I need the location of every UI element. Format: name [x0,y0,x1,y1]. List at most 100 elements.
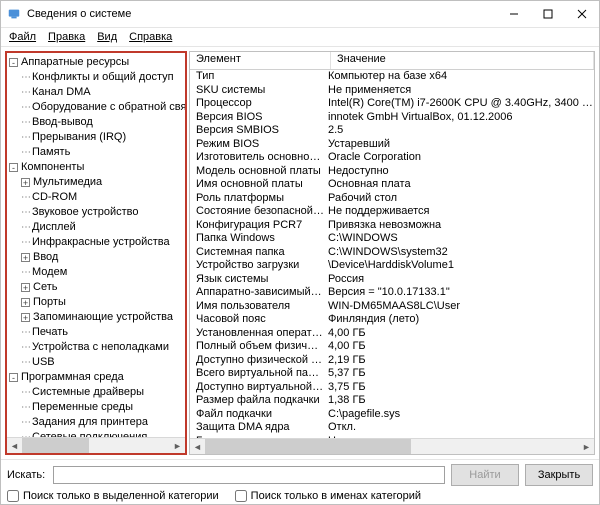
column-value[interactable]: Значение [331,52,594,69]
table-row[interactable]: Состояние безопасной загруз…Не поддержив… [190,205,594,219]
table-row[interactable]: Версия SMBIOS2.5 [190,124,594,138]
search-row: Искать: Найти Закрыть [7,464,593,486]
tree-multimedia[interactable]: +Мультимедиа [9,175,185,190]
category-tree[interactable]: -Аппаратные ресурсы⋯Конфликты и общий до… [7,53,185,437]
tree-comp-item[interactable]: ⋯Звуковое устройство [9,205,185,220]
close-search-button[interactable]: Закрыть [525,464,593,486]
grid-body[interactable]: ТипКомпьютер на базе x64SKU системыНе пр… [190,70,594,438]
table-row[interactable]: Роль платформыРабочий стол [190,192,594,206]
table-row[interactable]: SKU системыНе применяется [190,84,594,98]
tree-hscrollbar[interactable]: ◄ ► [7,437,185,453]
tree-comp-item[interactable]: ⋯Устройства с неполадками [9,340,185,355]
tree-comp-item[interactable]: ⋯Печать [9,325,185,340]
cell-name: Версия BIOS [190,111,324,125]
tree-label: Прерывания (IRQ) [32,130,126,145]
menu-help[interactable]: Справка [123,31,178,43]
grid-header[interactable]: Элемент Значение [190,52,594,70]
scroll-right-icon[interactable]: ► [579,439,594,454]
table-row[interactable]: Часовой поясФинляндия (лето) [190,313,594,327]
table-row[interactable]: Версия BIOSinnotek GmbH VirtualBox, 01.1… [190,111,594,125]
table-row[interactable]: Установленная оперативная п…4,00 ГБ [190,327,594,341]
table-row[interactable]: Устройство загрузки\Device\HarddiskVolum… [190,259,594,273]
table-row[interactable]: Полный объем физической па…4,00 ГБ [190,340,594,354]
expand-icon[interactable]: - [9,373,18,382]
table-row[interactable]: Доступно физической памяти2,19 ГБ [190,354,594,368]
tree-sw-item[interactable]: ⋯Переменные среды [9,400,185,415]
check-selected-category[interactable]: Поиск только в выделенной категории [7,490,219,502]
expand-icon[interactable]: - [9,163,18,172]
expand-icon[interactable]: + [21,313,30,322]
menu-view[interactable]: Вид [91,31,123,43]
tree-label: Ввод [33,250,58,265]
tree-hw-item[interactable]: ⋯Прерывания (IRQ) [9,130,185,145]
table-row[interactable]: Защита DMA ядраОткл. [190,421,594,435]
grid-hscrollbar[interactable]: ◄ ► [190,438,594,454]
table-row[interactable]: ПроцессорIntel(R) Core(TM) i7-2600K CPU … [190,97,594,111]
close-button[interactable] [565,1,599,27]
tree-comp-item[interactable]: ⋯USB [9,355,185,370]
table-row[interactable]: Всего виртуальной памяти5,37 ГБ [190,367,594,381]
table-row[interactable]: Аппаратно-зависимый уровен…Версия = "10.… [190,286,594,300]
tree-storage[interactable]: +Запоминающие устройства [9,310,185,325]
tree-hardware[interactable]: -Аппаратные ресурсы [9,55,185,70]
titlebar[interactable]: Сведения о системе [1,1,599,28]
expand-icon[interactable]: + [21,283,30,292]
tree-ports[interactable]: +Порты [9,295,185,310]
find-button[interactable]: Найти [451,464,519,486]
table-row[interactable]: Размер файла подкачки1,38 ГБ [190,394,594,408]
tree-hw-item[interactable]: ⋯Память [9,145,185,160]
scroll-track[interactable] [22,438,170,453]
table-row[interactable]: Язык системыРоссия [190,273,594,287]
search-input[interactable] [53,466,445,484]
tree-label: Запоминающие устройства [33,310,173,325]
tree-hw-item[interactable]: ⋯Ввод-вывод [9,115,185,130]
table-row[interactable]: Файл подкачкиC:\pagefile.sys [190,408,594,422]
tree-sw-item[interactable]: ⋯Задания для принтера [9,415,185,430]
cell-value: Рабочий стол [324,192,594,206]
cell-value: C:\pagefile.sys [324,408,594,422]
scroll-left-icon[interactable]: ◄ [7,438,22,453]
tree-input[interactable]: +Ввод [9,250,185,265]
cell-value: Компьютер на базе x64 [324,70,594,84]
scroll-thumb[interactable] [22,438,89,453]
scroll-track[interactable] [205,439,579,454]
tree-network[interactable]: +Сеть [9,280,185,295]
scroll-right-icon[interactable]: ► [170,438,185,453]
tree-comp-item[interactable]: ⋯CD-ROM [9,190,185,205]
expand-icon[interactable]: + [21,253,30,262]
menu-file[interactable]: Файл [3,31,42,43]
tree-hw-item[interactable]: ⋯Оборудование с обратной связью [9,100,185,115]
tree-sw-item[interactable]: ⋯Системные драйверы [9,385,185,400]
table-row[interactable]: Имя пользователяWIN-DM65MAAS8LC\User [190,300,594,314]
table-row[interactable]: Изготовитель основной платыOracle Corpor… [190,151,594,165]
tree-comp-item[interactable]: ⋯Дисплей [9,220,185,235]
expand-icon[interactable]: + [21,298,30,307]
scroll-thumb[interactable] [205,439,411,454]
tree-hw-item[interactable]: ⋯Конфликты и общий доступ [9,70,185,85]
table-row[interactable]: Системная папкаC:\WINDOWS\system32 [190,246,594,260]
tree-comp-item[interactable]: ⋯Модем [9,265,185,280]
table-row[interactable]: ТипКомпьютер на базе x64 [190,70,594,84]
tree-hw-item[interactable]: ⋯Канал DMA [9,85,185,100]
tree-comp-item[interactable]: ⋯Инфракрасные устройства [9,235,185,250]
tree-branch-icon: ⋯ [21,235,29,250]
table-row[interactable]: Модель основной платыНедоступно [190,165,594,179]
check-selected-category-box[interactable] [7,490,19,502]
table-row[interactable]: Папка WindowsC:\WINDOWS [190,232,594,246]
table-row[interactable]: Имя основной платыОсновная плата [190,178,594,192]
expand-icon[interactable]: + [21,178,30,187]
tree-software[interactable]: -Программная среда [9,370,185,385]
maximize-button[interactable] [531,1,565,27]
menu-edit[interactable]: Правка [42,31,91,43]
minimize-button[interactable] [497,1,531,27]
table-row[interactable]: Режим BIOSУстаревший [190,138,594,152]
table-row[interactable]: Конфигурация PCR7Привязка невозможна [190,219,594,233]
scroll-left-icon[interactable]: ◄ [190,439,205,454]
expand-icon[interactable]: - [9,58,18,67]
check-names-only-box[interactable] [235,490,247,502]
column-element[interactable]: Элемент [190,52,331,69]
tree-components[interactable]: -Компоненты [9,160,185,175]
check-names-only[interactable]: Поиск только в именах категорий [235,490,421,502]
tree-sw-item[interactable]: ⋯Сетевые подключения [9,430,185,437]
table-row[interactable]: Доступно виртуальной памяти3,75 ГБ [190,381,594,395]
